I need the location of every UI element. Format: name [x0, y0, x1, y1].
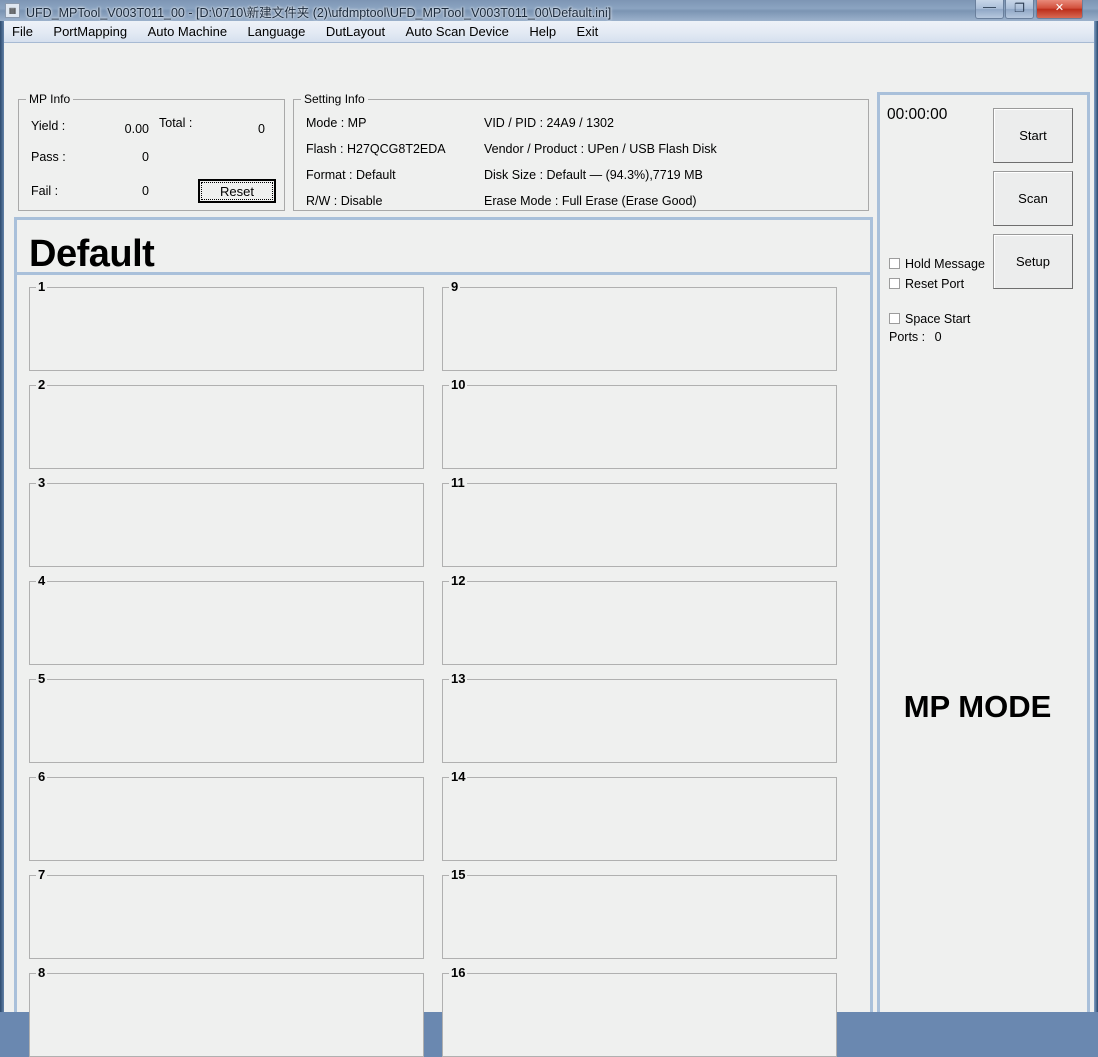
menu-item-auto-scan-device[interactable]: Auto Scan Device	[398, 21, 517, 42]
port-box-1[interactable]: 1	[29, 280, 424, 371]
port-box-5[interactable]: 5	[29, 672, 424, 763]
port-label: 11	[449, 475, 467, 490]
hold-message-checkbox[interactable]: Hold Message	[889, 257, 985, 271]
setting-info-legend: Setting Info	[301, 92, 368, 106]
port-box-12[interactable]: 12	[442, 574, 837, 665]
port-label: 15	[449, 867, 468, 882]
mode-indicator: MP MODE	[903, 689, 1052, 724]
port-label: 2	[36, 377, 48, 392]
menu-item-dutlayout[interactable]: DutLayout	[318, 21, 393, 42]
close-button[interactable]: ✕	[1036, 0, 1083, 19]
port-label: 7	[36, 867, 48, 882]
setting-vid-pid: VID / PID : 24A9 / 1302	[484, 116, 614, 130]
pass-value: 0	[142, 150, 149, 164]
port-label: 13	[449, 671, 468, 686]
app-icon: ▦	[5, 3, 20, 18]
port-box-7[interactable]: 7	[29, 868, 424, 959]
mp-info-legend: MP Info	[26, 92, 74, 106]
yield-value: 0.00	[124, 122, 149, 136]
close-icon: ✕	[1054, 2, 1065, 14]
title-bar[interactable]: ▦ UFD_MPTool_V003T011_00 - [D:\0710\新建文件…	[0, 0, 1098, 21]
elapsed-timer: 00:00:00	[887, 106, 948, 123]
port-box-9[interactable]: 9	[442, 280, 837, 371]
menu-item-help[interactable]: Help	[521, 21, 564, 42]
maximize-button[interactable]: ❐	[1005, 0, 1034, 19]
window-title: UFD_MPTool_V003T011_00 - [D:\0710\新建文件夹 …	[26, 6, 612, 20]
checkbox-box	[889, 313, 900, 324]
port-label: 14	[449, 769, 468, 784]
maximize-icon: ❐	[1014, 1, 1025, 15]
total-label: Total :	[159, 116, 193, 130]
port-box-16[interactable]: 16	[442, 966, 837, 1057]
ports-count-label: Ports :	[889, 330, 926, 344]
layout-title: Default	[29, 233, 155, 275]
reset-port-checkbox[interactable]: Reset Port	[889, 277, 964, 291]
fail-label: Fail :	[31, 184, 59, 198]
mp-info-panel: MP Info Yield : 0.00 Total : 0 Pass : 0 …	[18, 92, 285, 211]
menu-item-auto-machine[interactable]: Auto Machine	[140, 21, 236, 42]
setting-flash: Flash : H27QCG8T2EDA	[306, 142, 446, 156]
port-box-3[interactable]: 3	[29, 476, 424, 567]
reset-port-label: Reset Port	[905, 277, 965, 291]
port-label: 10	[449, 377, 468, 392]
reset-button[interactable]: Reset	[198, 179, 276, 203]
application-window: ▦ UFD_MPTool_V003T011_00 - [D:\0710\新建文件…	[0, 0, 1098, 1057]
port-box-11[interactable]: 11	[442, 476, 837, 567]
dut-layout-panel: Default 1 2 3 4 5 6 7 8 9 10 11 12 13 14…	[14, 217, 873, 1057]
checkbox-box	[889, 278, 900, 289]
port-label: 3	[36, 475, 48, 490]
port-box-14[interactable]: 14	[442, 770, 837, 861]
menu-bar: File PortMapping Auto Machine Language D…	[4, 21, 1094, 43]
ports-count: Ports : 0	[889, 330, 942, 344]
port-box-8[interactable]: 8	[29, 966, 424, 1057]
port-box-6[interactable]: 6	[29, 770, 424, 861]
reset-button-label: Reset	[201, 182, 273, 200]
port-box-4[interactable]: 4	[29, 574, 424, 665]
port-box-15[interactable]: 15	[442, 868, 837, 959]
setting-info-panel: Setting Info Mode : MP Flash : H27QCG8T2…	[293, 92, 869, 211]
menu-item-portmapping[interactable]: PortMapping	[45, 21, 135, 42]
port-label: 6	[36, 769, 48, 784]
client-area: MP Info Yield : 0.00 Total : 0 Pass : 0 …	[4, 43, 1094, 1057]
setup-button[interactable]: Setup	[993, 234, 1073, 289]
fail-value: 0	[142, 184, 149, 198]
ports-grid: 1 2 3 4 5 6 7 8 9 10 11 12 13 14 15 16	[17, 272, 870, 1057]
port-label: 8	[36, 965, 48, 980]
port-label: 9	[449, 279, 461, 294]
ports-count-value: 0	[934, 330, 942, 344]
port-label: 5	[36, 671, 48, 686]
menu-item-exit[interactable]: Exit	[569, 21, 607, 42]
hold-message-label: Hold Message	[905, 257, 985, 271]
minimize-icon: —	[983, 0, 996, 14]
setting-erase-mode: Erase Mode : Full Erase (Erase Good)	[484, 194, 697, 208]
control-panel: 00:00:00 Start Scan Setup Hold Message R…	[877, 92, 1090, 1012]
scan-button[interactable]: Scan	[993, 171, 1073, 226]
setting-mode: Mode : MP	[306, 116, 367, 130]
port-box-10[interactable]: 10	[442, 378, 837, 469]
port-label: 4	[36, 573, 48, 588]
minimize-button[interactable]: —	[975, 0, 1004, 19]
menu-item-language[interactable]: Language	[240, 21, 314, 42]
setting-vendor-product: Vendor / Product : UPen / USB Flash Disk	[484, 142, 717, 156]
port-box-2[interactable]: 2	[29, 378, 424, 469]
setting-disk-size: Disk Size : Default — (94.3%),7719 MB	[484, 168, 703, 182]
space-start-label: Space Start	[905, 312, 971, 326]
port-label: 16	[449, 965, 468, 980]
total-value: 0	[258, 122, 265, 136]
start-button[interactable]: Start	[993, 108, 1073, 163]
setting-rw: R/W : Disable	[306, 194, 383, 208]
checkbox-box	[889, 258, 900, 269]
setting-format: Format : Default	[306, 168, 396, 182]
yield-label: Yield :	[31, 119, 66, 133]
space-start-checkbox[interactable]: Space Start	[889, 312, 970, 326]
port-label: 12	[449, 573, 468, 588]
menu-item-file[interactable]: File	[4, 21, 41, 42]
port-box-13[interactable]: 13	[442, 672, 837, 763]
port-label: 1	[36, 279, 48, 294]
pass-label: Pass :	[31, 150, 66, 164]
